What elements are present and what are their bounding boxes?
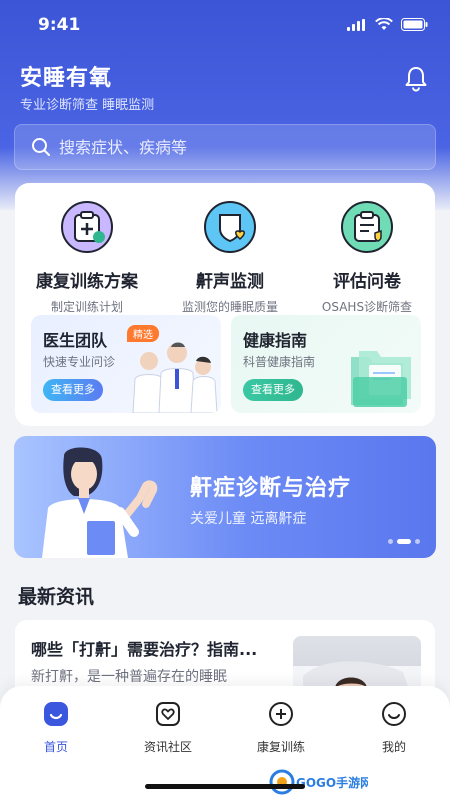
watermark-logo: GOGO手游网 [268,768,372,796]
svg-text:GOGO手游网: GOGO手游网 [296,775,368,790]
guide-view-more-button[interactable]: 查看更多 [243,379,303,401]
questionnaire-icon [341,201,393,253]
tile-subtitle: 快速专业问诊 [43,355,116,369]
search-icon [32,138,50,156]
feature-subtitle: OSAHS诊断筛查 [321,300,413,314]
news-title: 哪些「打鼾」需要治疗？指南... [31,640,258,659]
battery-icon [401,18,428,31]
feature-card: 康复训练方案 制定训练计划 鼾声监测 监测您的睡眠质量 评估问卷 OSAHS诊断… [15,183,435,426]
folders-illustration [351,351,411,407]
feature-questionnaire[interactable]: 评估问卷 OSAHS诊断筛查 [297,201,437,315]
tile-title: 医生团队 [43,331,108,350]
banner-title: 鼾症诊断与治疗 [190,476,352,501]
gogo-logo-icon: GOGO手游网 [269,769,372,795]
tab-label: 康复训练 [256,740,305,754]
news-excerpt: 新打鼾，是一种普遍存在的睡眠 [31,669,227,685]
doctors-illustration [132,342,218,413]
plus-circle-icon [269,702,293,726]
search-bar[interactable] [14,124,436,170]
doctor-view-more-button[interactable]: 查看更多 [43,379,103,401]
feature-title: 康复训练方案 [36,272,138,292]
tab-label: 资讯社区 [143,740,192,754]
app-subtitle: 专业诊断筛查 睡眠监测 [20,98,155,113]
tile-subtitle: 科普健康指南 [243,355,316,369]
signal-icon [347,18,365,31]
tile-title: 健康指南 [243,331,308,350]
tab-label: 我的 [381,740,406,754]
feature-title: 鼾声监测 [196,272,264,292]
status-icons [347,18,428,31]
promo-banner[interactable]: 鼾症诊断与治疗 关爱儿童 远离鼾症 [14,436,436,558]
feature-subtitle: 监测您的睡眠质量 [181,300,278,314]
carousel-dots [388,539,420,544]
doctor-illustration [42,447,158,558]
smile-icon [382,702,406,726]
feature-title: 评估问卷 [333,272,401,292]
carousel-dot-active [397,539,411,544]
bell-icon[interactable] [402,64,430,92]
search-input[interactable] [59,137,419,157]
banner-subtitle: 关爱儿童 远离鼾症 [190,511,307,527]
doctor-team-tile[interactable]: 医生团队 精选 快速专业问诊 查看更多 [31,315,221,413]
bottom-tab-bar: 首页 资讯社区 康复训练 我的 [0,686,450,800]
status-bar: 9:41 [0,0,450,50]
tab-profile[interactable]: 我的 [339,700,449,755]
feature-subtitle: 制定训练计划 [50,300,123,314]
shield-heart-icon [204,201,256,253]
home-face-icon [44,702,68,726]
tab-news-community[interactable]: 资讯社区 [113,700,223,755]
carousel-dot [388,539,393,544]
tab-rehab-training[interactable]: 康复训练 [226,700,336,755]
clipboard-plus-icon [61,201,113,253]
wifi-icon [375,18,393,30]
feature-snore-monitor[interactable]: 鼾声监测 监测您的睡眠质量 [160,201,300,315]
home-indicator [145,784,305,789]
news-section-title: 最新资讯 [18,586,95,608]
feature-rehab-plan[interactable]: 康复训练方案 制定训练计划 [17,201,157,315]
tab-home[interactable]: 首页 [1,700,111,755]
tab-label: 首页 [43,740,68,754]
app-title: 安睡有氧 [20,66,113,91]
heart-box-icon [156,702,180,726]
status-time: 9:41 [38,15,81,35]
carousel-dot [415,539,420,544]
health-guide-tile[interactable]: 健康指南 科普健康指南 查看更多 [231,315,421,413]
